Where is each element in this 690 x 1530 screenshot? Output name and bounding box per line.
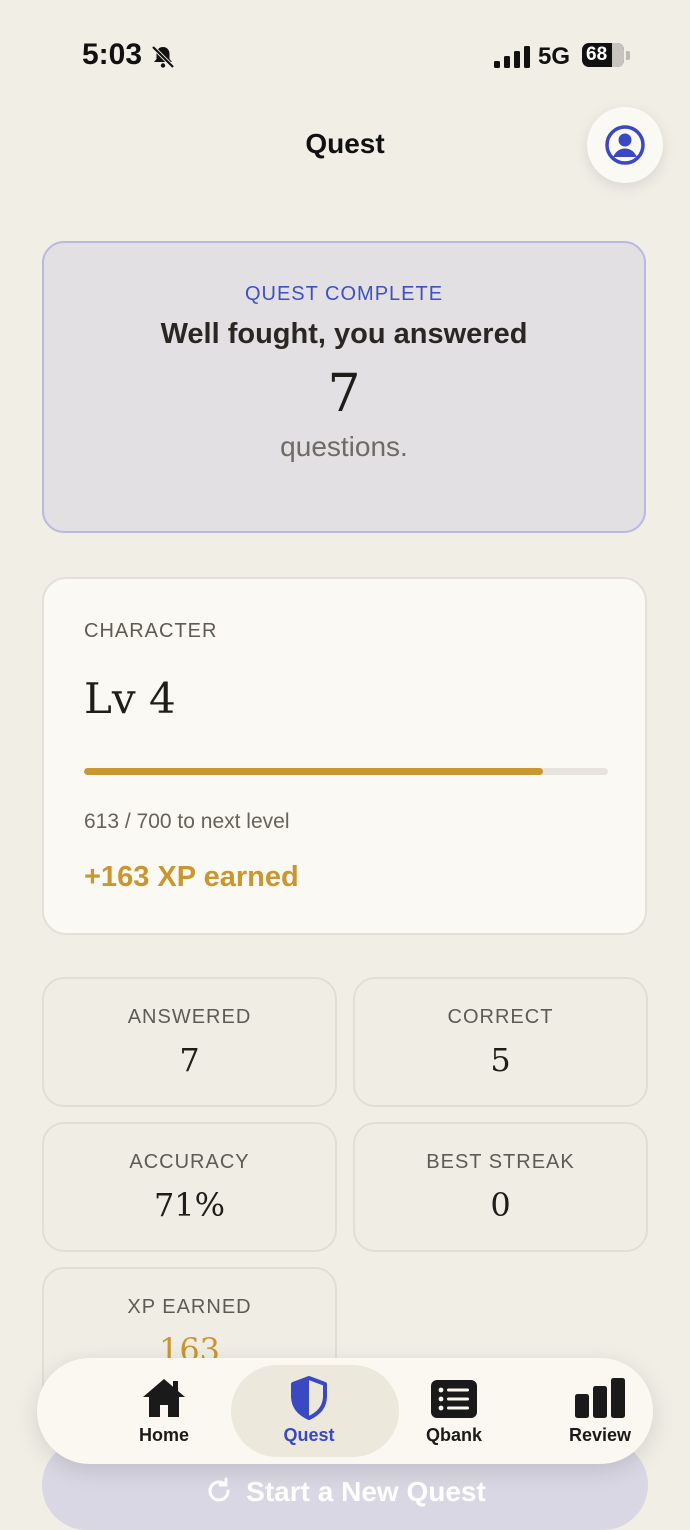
user-circle-icon — [605, 125, 645, 165]
bottom-nav: Home Quest Qbank Review — [37, 1358, 653, 1464]
nav-item-qbank[interactable]: Qbank — [384, 1358, 524, 1464]
status-bar: 5:03 5G 68 — [0, 0, 690, 110]
stat-accuracy: ACCURACY 71% — [42, 1122, 337, 1252]
shield-icon — [291, 1376, 327, 1420]
stat-value: 7 — [179, 1041, 200, 1079]
stat-label: ACCURACY — [129, 1151, 250, 1173]
nav-label-qbank: Qbank — [425, 1425, 482, 1445]
stat-value: 71% — [153, 1186, 226, 1224]
xp-progress-fill — [84, 768, 544, 775]
stat-label: BEST STREAK — [426, 1151, 575, 1173]
start-new-quest-label: Start a New Quest — [246, 1476, 486, 1507]
character-level: Lv 4 — [84, 674, 176, 723]
refresh-icon — [208, 1477, 230, 1502]
network-type: 5G — [538, 43, 571, 70]
character-label: CHARACTER — [84, 620, 218, 642]
nav-label-quest: Quest — [283, 1425, 335, 1445]
silent-bell-icon — [151, 45, 175, 69]
xp-progress-bar — [84, 768, 608, 775]
xp-earned-text: +163 XP earned — [84, 861, 299, 893]
profile-button[interactable] — [587, 107, 663, 183]
list-icon — [431, 1380, 477, 1418]
stat-value: 0 — [490, 1186, 511, 1224]
stat-label: ANSWERED — [127, 1006, 252, 1028]
stat-answered: ANSWERED 7 — [42, 977, 337, 1107]
home-icon — [143, 1379, 185, 1417]
xp-progress-text: 613 / 700 to next level — [84, 810, 290, 833]
nav-label-home: Home — [138, 1425, 189, 1445]
quest-complete-kicker: QUEST COMPLETE — [244, 283, 444, 305]
answered-unit: questions. — [280, 431, 408, 463]
signal-icon — [494, 46, 530, 68]
quest-complete-card: QUEST COMPLETE Well fought, you answered… — [42, 241, 646, 533]
nav-label-review: Review — [568, 1425, 632, 1445]
status-time: 5:03 — [82, 38, 143, 71]
answered-count: 7 — [327, 364, 361, 424]
nav-item-quest[interactable]: Quest — [231, 1358, 399, 1464]
stat-label: CORRECT — [447, 1006, 554, 1028]
character-card: CHARACTER Lv 4 613 / 700 to next level +… — [42, 577, 647, 935]
stat-label: XP EARNED — [127, 1296, 252, 1318]
quest-complete-message: Well fought, you answered — [160, 318, 528, 350]
nav-item-home[interactable]: Home — [94, 1358, 234, 1464]
stat-correct: CORRECT 5 — [353, 977, 648, 1107]
stat-best-streak: BEST STREAK 0 — [353, 1122, 648, 1252]
bar-chart-icon — [575, 1378, 625, 1418]
stat-value: 5 — [490, 1041, 511, 1079]
battery-level: 68 — [586, 44, 608, 65]
battery-icon: 68 — [582, 43, 624, 67]
nav-item-review[interactable]: Review — [530, 1358, 670, 1464]
